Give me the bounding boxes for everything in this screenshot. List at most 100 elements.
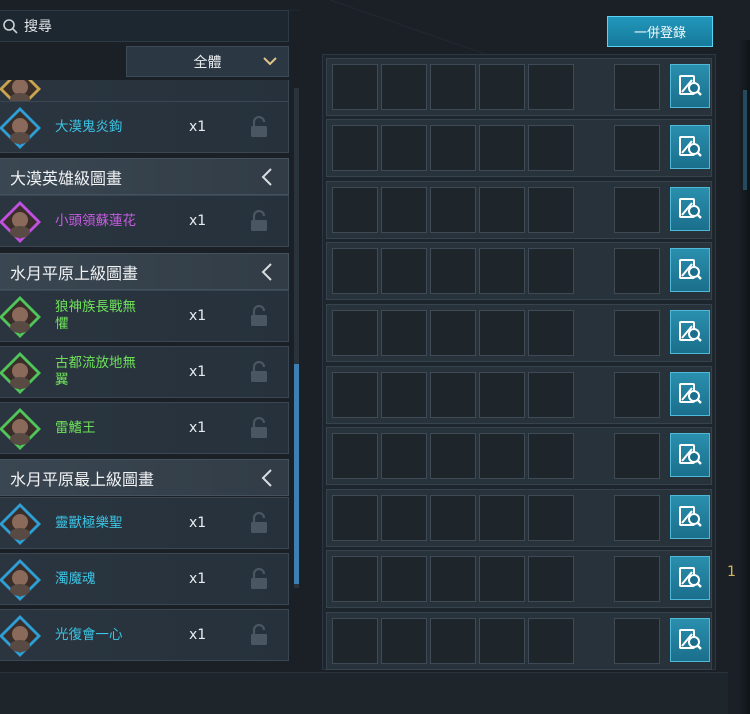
register-search-button[interactable] [670, 248, 710, 292]
empty-slot[interactable] [430, 187, 476, 233]
empty-slot[interactable] [528, 372, 574, 418]
search-input[interactable]: 搜尋 [0, 10, 289, 42]
empty-slot[interactable] [381, 556, 427, 602]
empty-slot[interactable] [614, 187, 660, 233]
lock-icon[interactable] [249, 624, 269, 646]
empty-slot[interactable] [528, 248, 574, 294]
empty-slot[interactable] [381, 64, 427, 110]
empty-slot[interactable] [528, 433, 574, 479]
empty-slot[interactable] [614, 64, 660, 110]
lock-icon[interactable] [249, 512, 269, 534]
list-item[interactable]: 雷鰭王 x1 [0, 402, 289, 454]
empty-slot[interactable] [528, 495, 574, 541]
lock-icon[interactable] [249, 305, 269, 327]
empty-slot[interactable] [614, 433, 660, 479]
empty-slot[interactable] [430, 372, 476, 418]
register-search-button[interactable] [670, 372, 710, 416]
item-name: 光復會一心 [55, 626, 123, 643]
list-item[interactable]: 濁魔魂 x1 [0, 553, 289, 605]
empty-slot[interactable] [430, 433, 476, 479]
empty-slot[interactable] [332, 310, 378, 356]
empty-slot[interactable] [479, 495, 525, 541]
register-search-button[interactable] [670, 64, 710, 108]
empty-slot[interactable] [430, 556, 476, 602]
empty-slot[interactable] [479, 310, 525, 356]
empty-slot[interactable] [614, 372, 660, 418]
empty-slot[interactable] [528, 125, 574, 171]
register-search-button[interactable] [670, 310, 710, 354]
register-search-button[interactable] [670, 125, 710, 169]
empty-slot[interactable] [430, 125, 476, 171]
list-item[interactable]: 靈獸極樂聖 x1 [0, 497, 289, 549]
register-search-button[interactable] [670, 433, 710, 477]
empty-slot[interactable] [528, 187, 574, 233]
empty-slot[interactable] [332, 556, 378, 602]
empty-slot[interactable] [479, 618, 525, 664]
empty-slot[interactable] [614, 618, 660, 664]
lock-icon[interactable] [249, 116, 269, 138]
empty-slot[interactable] [479, 372, 525, 418]
register-all-button[interactable]: 一併登錄 [607, 16, 713, 47]
empty-slot[interactable] [479, 556, 525, 602]
list-item[interactable]: 小頭領蘇蓮花 x1 [0, 195, 289, 247]
empty-slot[interactable] [332, 248, 378, 294]
empty-slot[interactable] [430, 618, 476, 664]
empty-slot[interactable] [332, 618, 378, 664]
category-header[interactable]: 水月平原最上級圖畫 [0, 459, 289, 496]
empty-slot[interactable] [381, 310, 427, 356]
empty-slot[interactable] [332, 64, 378, 110]
collapse-arrow-icon[interactable] [260, 262, 274, 282]
empty-slot[interactable] [430, 248, 476, 294]
empty-slot[interactable] [381, 495, 427, 541]
list-item[interactable]: 狼神族長戰無懼 x1 [0, 290, 289, 342]
empty-slot[interactable] [614, 125, 660, 171]
item-list[interactable]: 大漠鬼炎鉤 x1 大漠英雄級圖畫 小頭領蘇蓮花 x1 水月平原上級圖畫 狼神族長戰無懼 x1 古… [0, 80, 300, 670]
empty-slot[interactable] [381, 372, 427, 418]
empty-slot[interactable] [381, 248, 427, 294]
empty-slot[interactable] [614, 556, 660, 602]
empty-slot[interactable] [479, 248, 525, 294]
lock-icon[interactable] [249, 568, 269, 590]
empty-slot[interactable] [430, 64, 476, 110]
empty-slot[interactable] [528, 310, 574, 356]
empty-slot[interactable] [479, 64, 525, 110]
empty-slot[interactable] [381, 618, 427, 664]
register-search-button[interactable] [670, 618, 710, 662]
empty-slot[interactable] [430, 495, 476, 541]
category-header[interactable]: 水月平原上級圖畫 [0, 253, 289, 290]
empty-slot[interactable] [381, 187, 427, 233]
register-search-button[interactable] [670, 556, 710, 600]
empty-slot[interactable] [332, 125, 378, 171]
empty-slot[interactable] [430, 310, 476, 356]
empty-slot[interactable] [614, 310, 660, 356]
empty-slot[interactable] [479, 187, 525, 233]
empty-slot[interactable] [381, 433, 427, 479]
lock-icon[interactable] [249, 361, 269, 383]
filter-dropdown[interactable]: 全體 [126, 46, 289, 77]
empty-slot[interactable] [528, 556, 574, 602]
bottom-bar [0, 672, 728, 714]
empty-slot[interactable] [528, 618, 574, 664]
empty-slot[interactable] [479, 433, 525, 479]
empty-slot[interactable] [479, 125, 525, 171]
list-item[interactable]: 光復會一心 x1 [0, 609, 289, 661]
category-header[interactable]: 大漠英雄級圖畫 [0, 158, 289, 195]
collapse-arrow-icon[interactable] [260, 468, 274, 488]
collapse-arrow-icon[interactable] [260, 167, 274, 187]
empty-slot[interactable] [332, 187, 378, 233]
list-item[interactable]: 大漠鬼炎鉤 x1 [0, 101, 289, 153]
empty-slot[interactable] [332, 495, 378, 541]
empty-slot[interactable] [381, 125, 427, 171]
empty-slot[interactable] [332, 372, 378, 418]
empty-slot[interactable] [614, 248, 660, 294]
empty-slot[interactable] [614, 495, 660, 541]
lock-icon[interactable] [249, 210, 269, 232]
register-search-button[interactable] [670, 187, 710, 231]
registration-row [326, 242, 712, 300]
scrollbar-thumb[interactable] [294, 364, 299, 584]
lock-icon[interactable] [249, 417, 269, 439]
empty-slot[interactable] [332, 433, 378, 479]
list-item[interactable]: 古都流放地無翼 x1 [0, 346, 289, 398]
register-search-button[interactable] [670, 495, 710, 539]
empty-slot[interactable] [528, 64, 574, 110]
